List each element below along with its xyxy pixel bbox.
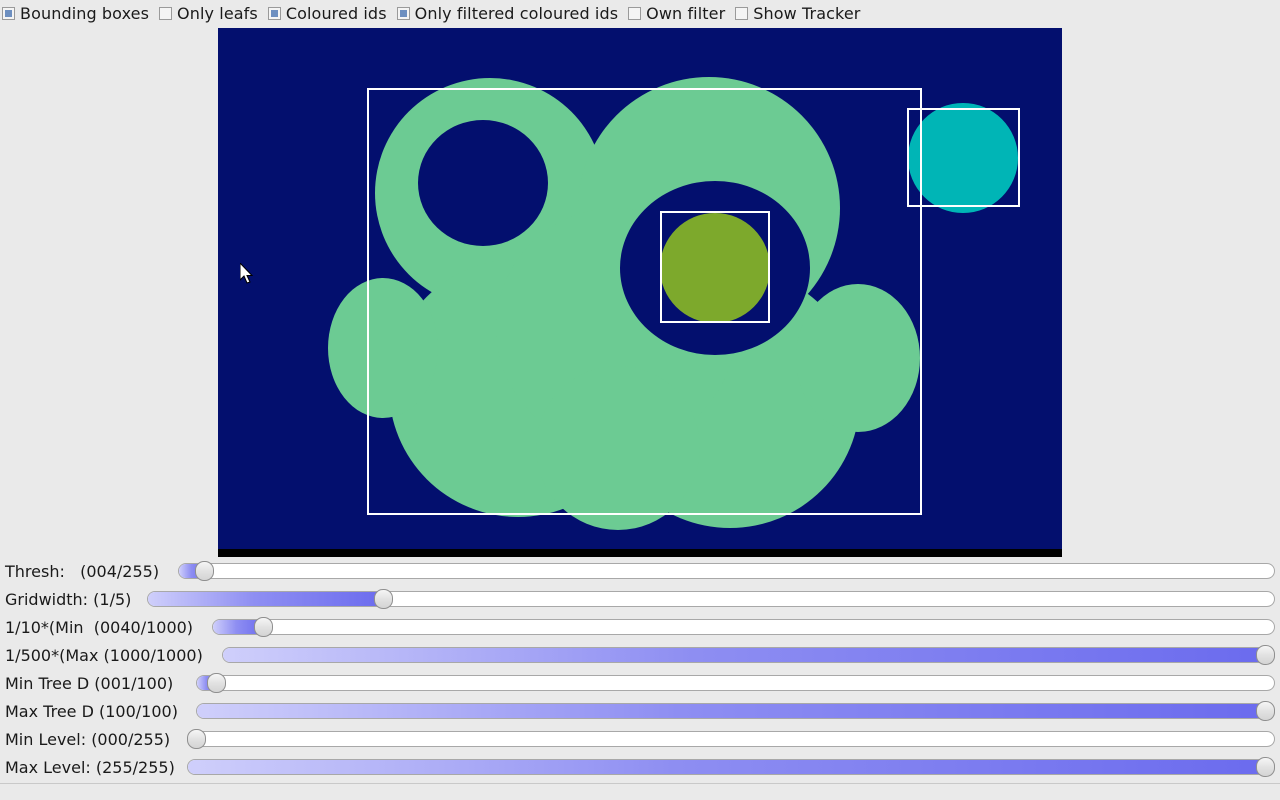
slider-row-min-tree-d: Min Tree D (001/100) [0,669,1280,697]
status-bar: (x=18, y=179) ~ R:1 G:10 B:100 [0,783,1280,800]
checkbox-label: Bounding boxes [20,4,150,23]
segmentation-image [218,28,1062,557]
slider-handle-min-times-10[interactable] [254,617,273,637]
checkbox-show-tracker[interactable]: Show Tracker [735,4,860,23]
slider-fill-max-tree-d [197,704,1267,718]
slider-handle-min-level[interactable] [187,729,206,749]
slider-label-max-level: Max Level: (255/255) [5,757,175,777]
slider-fill-max-level [188,760,1267,774]
parameter-sliders: Thresh: (004/255) Gridwidth: (1/5) 1/10*(M… [0,557,1280,783]
checkbox-unchecked-icon[interactable] [159,7,173,20]
checkbox-label: Only leafs [177,4,258,23]
checkbox-label: Only filtered coloured ids [414,4,619,23]
checkbox-own-filter[interactable]: Own filter [628,4,725,23]
checkbox-label: Coloured ids [285,4,387,23]
checkbox-unchecked-icon[interactable] [628,7,642,20]
slider-track-thresh[interactable] [178,563,1275,579]
olive-disc [660,213,770,323]
checkbox-checked-icon[interactable] [267,7,281,20]
slider-track-min-level[interactable] [187,731,1275,747]
checkbox-label: Own filter [646,4,726,23]
slider-fill-max-times-500 [223,648,1267,662]
slider-track-max-times-500[interactable] [222,647,1275,663]
slider-handle-max-tree-d[interactable] [1256,701,1275,721]
slider-row-thresh: Thresh: (004/255) [0,557,1280,585]
checkbox-only-leafs[interactable]: Only leafs [159,4,258,23]
slider-row-min-times-10: 1/10*(Min (0040/1000) [0,613,1280,641]
image-bottom-bar [218,549,1062,557]
slider-row-max-tree-d: Max Tree D (100/100) [0,697,1280,725]
slider-label-max-tree-d: Max Tree D (100/100) [5,701,178,721]
slider-label-min-level: Min Level: (000/255) [5,729,171,749]
checkbox-checked-icon[interactable] [2,7,15,20]
checkbox-checked-icon[interactable] [396,7,410,20]
slider-handle-max-level[interactable] [1256,757,1275,777]
slider-track-gridwidth[interactable] [147,591,1275,607]
slider-handle-gridwidth[interactable] [374,589,393,609]
slider-label-thresh: Thresh: (004/255) [5,561,160,581]
slider-label-min-tree-d: Min Tree D (001/100) [5,673,174,693]
slider-row-gridwidth: Gridwidth: (1/5) [0,585,1280,613]
checkbox-coloured-ids[interactable]: Coloured ids [267,4,387,23]
slider-handle-min-tree-d[interactable] [207,673,226,693]
teal-disc [908,103,1018,213]
checkbox-bounding-boxes[interactable]: Bounding boxes [2,4,149,23]
slider-fill-gridwidth [148,592,385,606]
application-window: Bounding boxes Only leafs Coloured ids Only… [0,0,1280,800]
slider-label-max-times-500: 1/500*(Max (1000/1000) [5,645,203,665]
slider-track-min-tree-d[interactable] [196,675,1275,691]
slider-row-max-level: Max Level: (255/255) [0,753,1280,781]
slider-handle-thresh[interactable] [195,561,214,581]
slider-track-max-level[interactable] [187,759,1275,775]
image-canvas[interactable] [218,28,1062,557]
slider-handle-max-times-500[interactable] [1256,645,1275,665]
slider-label-gridwidth: Gridwidth: (1/5) [5,589,132,609]
slider-track-min-times-10[interactable] [212,619,1275,635]
slider-label-min-times-10: 1/10*(Min (0040/1000) [5,617,194,637]
slider-track-max-tree-d[interactable] [196,703,1275,719]
slider-row-max-times-500: 1/500*(Max (1000/1000) [0,641,1280,669]
options-toolbar: Bounding boxes Only leafs Coloured ids Only… [0,0,1280,27]
checkbox-unchecked-icon[interactable] [735,7,749,20]
checkbox-label: Show Tracker [753,4,861,23]
slider-row-min-level: Min Level: (000/255) [0,725,1280,753]
checkbox-only-filtered-coloured-ids[interactable]: Only filtered coloured ids [396,4,619,23]
